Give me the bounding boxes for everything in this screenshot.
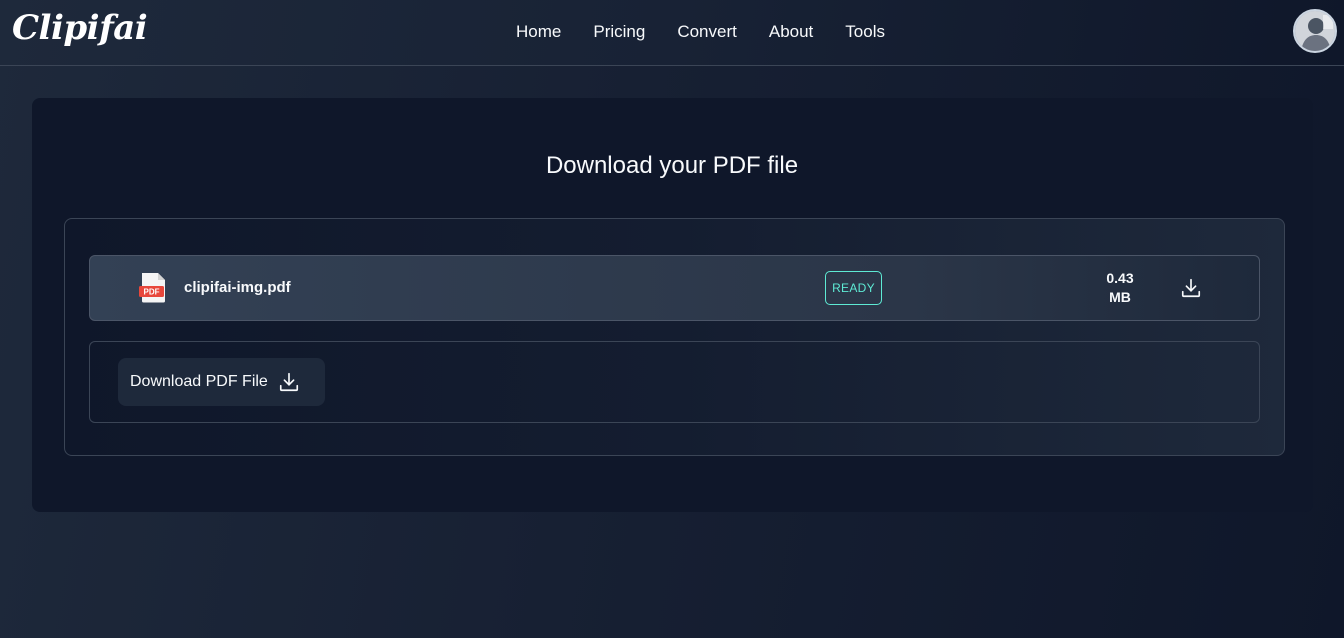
download-pdf-label: Download PDF File [130, 373, 268, 390]
nav-tools[interactable]: Tools [845, 20, 885, 44]
main-nav: Home Pricing Convert About Tools [516, 20, 885, 44]
nav-home[interactable]: Home [516, 20, 561, 44]
file-size-value: 0.43 [1106, 270, 1134, 286]
top-navbar: Clipifai Home Pricing Convert About Tool… [0, 0, 1344, 66]
file-name: clipifai-img.pdf [184, 279, 291, 296]
download-icon [278, 371, 300, 393]
avatar-image [1295, 11, 1335, 51]
page-title: Download your PDF file [545, 152, 799, 179]
file-size: 0.43 MB [1094, 269, 1146, 307]
nav-pricing[interactable]: Pricing [593, 20, 645, 44]
file-size-unit: MB [1109, 289, 1131, 305]
nav-convert[interactable]: Convert [677, 20, 737, 44]
row-download-button[interactable] [1178, 275, 1204, 301]
download-icon [1181, 278, 1201, 298]
pdf-icon-label: PDF [144, 288, 160, 297]
status-badge: READY [825, 271, 882, 305]
logo[interactable]: Clipifai [12, 8, 148, 48]
nav-about[interactable]: About [769, 20, 813, 44]
download-pdf-button[interactable]: Download PDF File [118, 358, 325, 406]
pdf-file-icon: PDF [139, 272, 167, 303]
avatar[interactable] [1293, 9, 1337, 53]
